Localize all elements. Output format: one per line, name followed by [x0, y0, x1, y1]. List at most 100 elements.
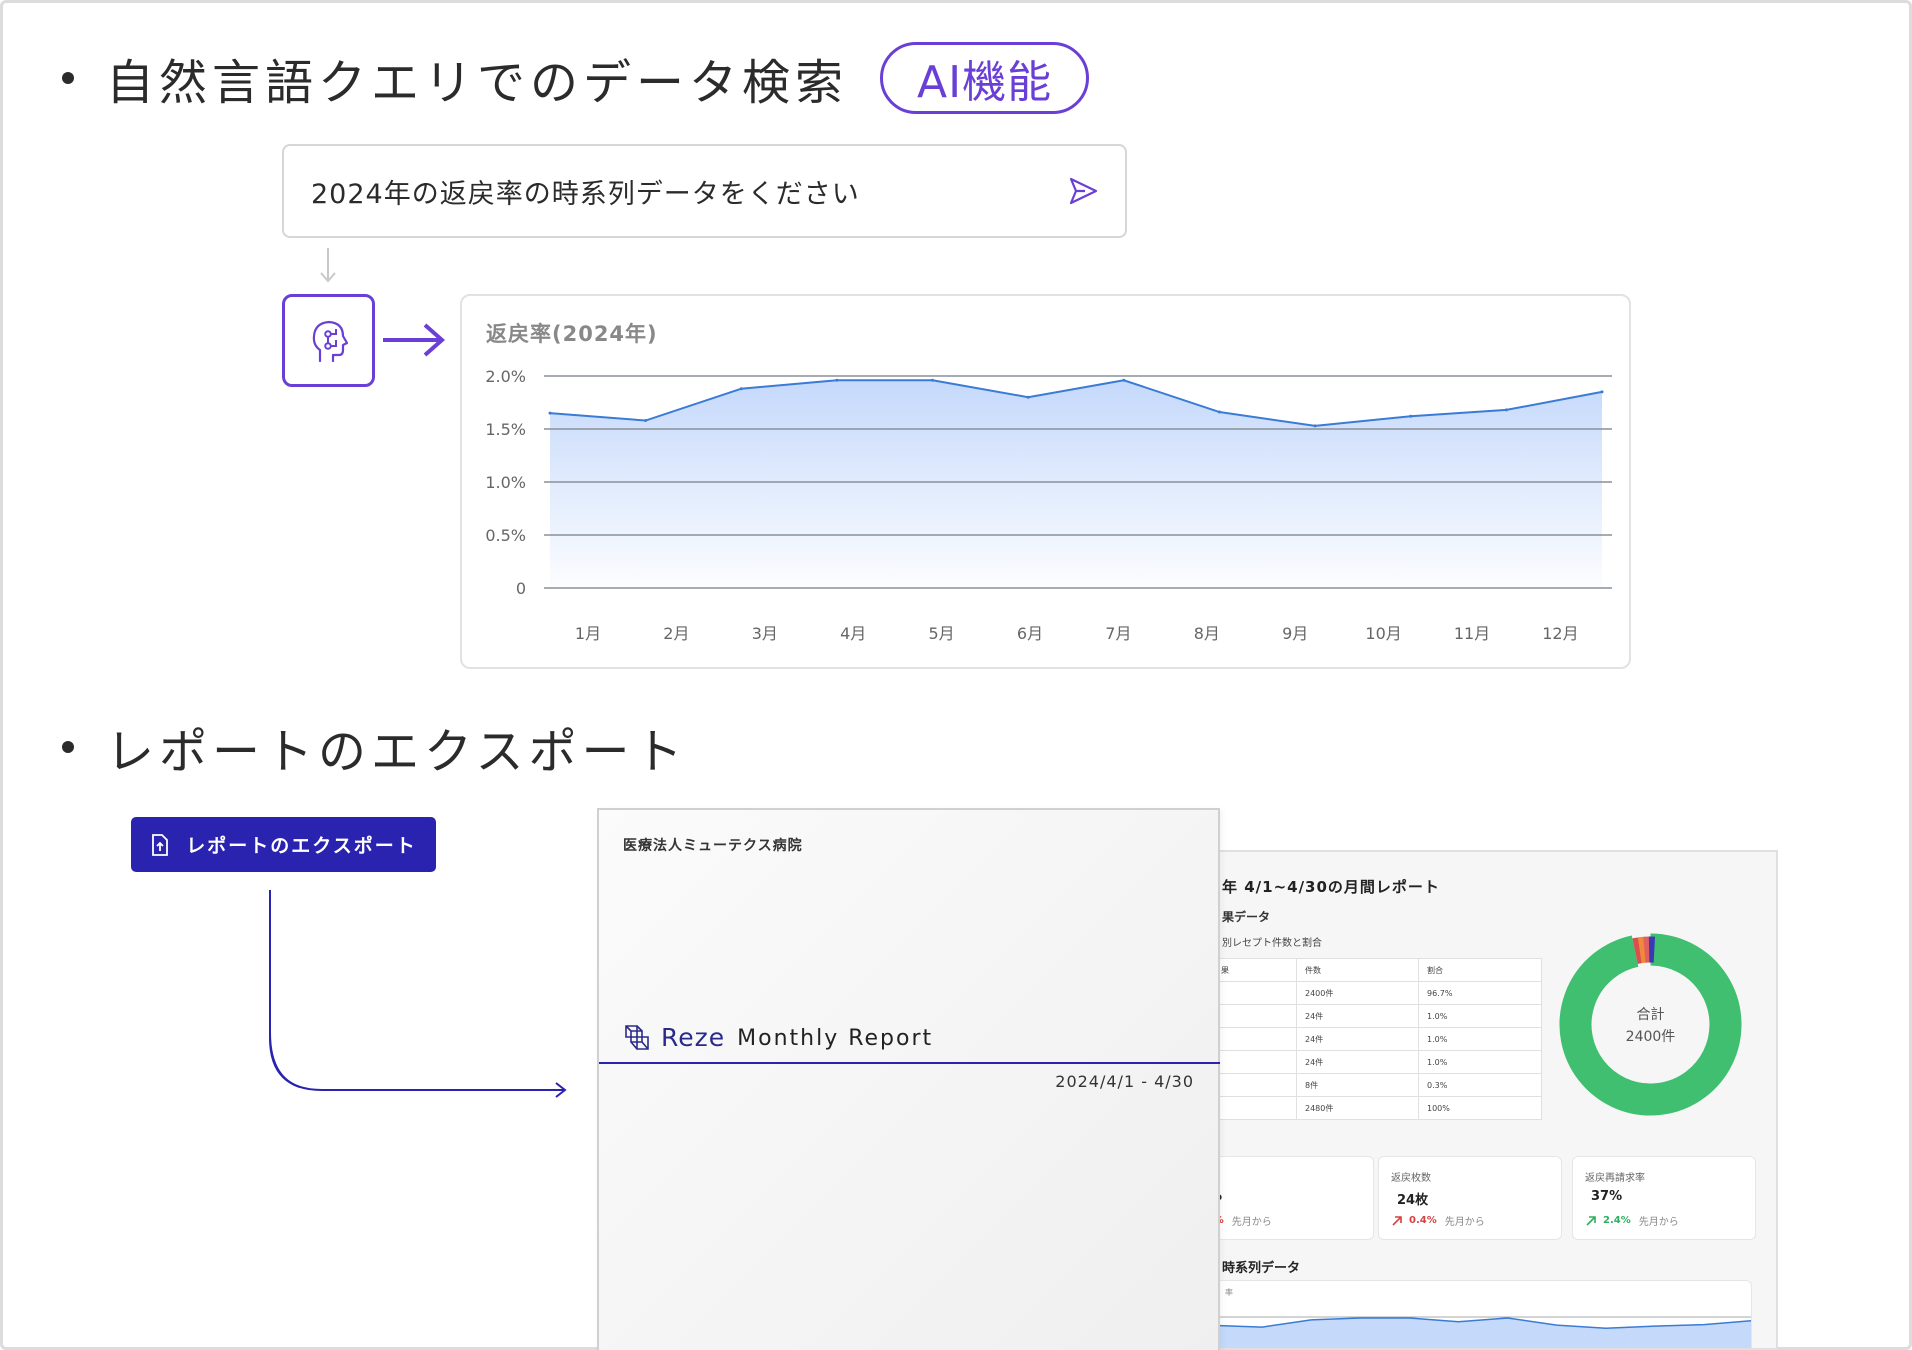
report-period: 2024/4/1 - 4/30	[1055, 1072, 1194, 1091]
stat-delta-from: 先月から	[1638, 1217, 1679, 1228]
stat-card: 返戻枚数 24枚 0.4% 先月から	[1378, 1156, 1562, 1240]
data-point	[1600, 390, 1604, 394]
data-point	[739, 387, 743, 391]
x-tick-label: 2月	[663, 624, 689, 643]
table-row: 2480件 100%	[1212, 1096, 1542, 1120]
section-heading-ai-search: 自然言語クエリでのデータ検索 AI機能	[62, 42, 1090, 114]
table-row: 24件 1.0%	[1212, 1004, 1542, 1028]
table-cell: 8件	[1296, 1073, 1419, 1097]
trend-up-icon	[1392, 1215, 1402, 1226]
donut-value: 2400件	[1625, 1029, 1676, 1045]
section-title: レポートのエクスポート	[106, 724, 688, 780]
connector-arrowhead	[269, 890, 567, 1098]
query-text: 2024年の返戻率の時系列データをください	[311, 178, 860, 210]
send-icon[interactable]	[1067, 175, 1099, 207]
table-cell: 1.0%	[1418, 1004, 1542, 1028]
x-tick-label: 11月	[1454, 624, 1490, 643]
stat-label: 返戻枚数	[1391, 1173, 1431, 1184]
table-row: 24件 1.0%	[1212, 1027, 1542, 1051]
report-detail-section: 果データ	[1222, 910, 1271, 924]
reze-logo-icon	[625, 1025, 649, 1050]
stat-delta: 0.4% 先月から	[1391, 1213, 1485, 1228]
data-point	[1026, 395, 1030, 399]
natural-language-query-input[interactable]: 2024年の返戻率の時系列データをください	[282, 144, 1127, 238]
export-button-label: レポートのエクスポート	[186, 835, 417, 857]
table-cell: 0.3%	[1418, 1073, 1542, 1097]
bullet	[62, 741, 74, 753]
x-tick-label: 6月	[1017, 624, 1043, 643]
timeseries-title: 時系列データ	[1222, 1261, 1301, 1276]
table-cell	[1212, 1050, 1297, 1074]
ai-feature-badge: AI機能	[880, 42, 1090, 114]
table-cell	[1212, 1004, 1297, 1028]
trend-up-icon	[1586, 1215, 1596, 1226]
donut-center-label: 合計 2400件	[1558, 1004, 1743, 1048]
table-cell	[1212, 1096, 1297, 1120]
x-tick-label: 5月	[929, 624, 955, 643]
table-cell: 2480件	[1296, 1096, 1419, 1120]
export-report-button[interactable]: レポートのエクスポート	[131, 817, 436, 872]
stat-delta-from: 先月から	[1231, 1217, 1272, 1228]
donut-label: 合計	[1636, 1007, 1665, 1023]
table-header-cell: 果	[1212, 958, 1297, 982]
table-cell	[1212, 1073, 1297, 1097]
data-point	[1504, 408, 1508, 412]
data-point	[1217, 410, 1221, 414]
stat-label: 返戻再請求率	[1585, 1173, 1645, 1184]
report-cover-page: 医療法人ミューテクス病院 Reze Monthly Report 2024/4/…	[597, 808, 1220, 1350]
report-title: Monthly Report	[737, 1026, 934, 1051]
cover-divider	[599, 1062, 1220, 1064]
bullet	[62, 72, 74, 84]
y-tick-label: 0.5%	[485, 526, 526, 545]
table-row: 24件 1.0%	[1212, 1050, 1542, 1074]
data-point	[931, 378, 935, 382]
table-cell: 100%	[1418, 1096, 1542, 1120]
data-point	[548, 411, 552, 415]
table-cell: 1.0%	[1418, 1027, 1542, 1051]
stat-delta-value: 2.4%	[1603, 1215, 1631, 1226]
x-tick-label: 12月	[1542, 624, 1578, 643]
table-cell: 2400件	[1296, 981, 1419, 1005]
table-cell: 24件	[1296, 1027, 1419, 1051]
y-tick-label: 1.5%	[485, 420, 526, 439]
table-cell	[1212, 981, 1297, 1005]
x-tick-label: 8月	[1194, 624, 1220, 643]
report-cover-header: Reze Monthly Report	[623, 1022, 933, 1052]
x-tick-label: 3月	[752, 624, 778, 643]
stat-delta-value: 0.4%	[1409, 1215, 1437, 1226]
area-fill	[550, 380, 1602, 588]
down-arrow-icon	[320, 248, 336, 283]
table-row: 2400件 96.7%	[1212, 981, 1542, 1005]
data-point	[1313, 424, 1317, 428]
return-rate-area-chart: 0 0.5% 1.0% 1.5% 2.0% 1月 2月 3月 4月 5月 6月 7月 8月 9月 10月 11…	[485, 367, 1612, 643]
table-cell: 24件	[1296, 1004, 1419, 1028]
x-tick-label: 9月	[1282, 624, 1308, 643]
x-tick-label: 7月	[1105, 624, 1131, 643]
x-tick-label: 1月	[575, 624, 601, 643]
data-point	[644, 419, 648, 423]
donut-slice	[1632, 937, 1643, 964]
section-heading-export: レポートのエクスポート	[62, 712, 688, 782]
right-arrow-icon	[383, 323, 446, 357]
report-detail-page: 年 4/1~4/30の月間レポート 果データ 別レセプト件数と割合 果 件数 割…	[1196, 850, 1778, 1350]
stat-value: 37%	[1591, 1189, 1623, 1204]
table-cell: 1.0%	[1418, 1050, 1542, 1074]
donut-slice	[1637, 936, 1646, 964]
data-point	[1122, 378, 1126, 382]
report-detail-title: 年 4/1~4/30の月間レポート	[1222, 878, 1440, 896]
section-title: 自然言語クエリでのデータ検索	[106, 55, 849, 111]
hospital-name: 医療法人ミューテクス病院	[623, 838, 803, 854]
brand-name: Reze	[661, 1023, 726, 1052]
stat-delta-from: 先月から	[1444, 1217, 1485, 1228]
stat-card: 返戻再請求率 37% 2.4% 先月から	[1572, 1156, 1756, 1240]
file-export-icon	[150, 833, 170, 856]
y-tick-label: 2.0%	[485, 367, 526, 386]
table-cell: 96.7%	[1418, 981, 1542, 1005]
stat-value: 24枚	[1397, 1193, 1429, 1208]
table-row: 8件 0.3%	[1212, 1073, 1542, 1097]
stat-delta: 2.4% 先月から	[1585, 1213, 1679, 1228]
x-tick-label: 4月	[840, 624, 866, 643]
x-tick-label: 10月	[1365, 624, 1401, 643]
table-header-cell: 割合	[1418, 958, 1542, 982]
ai-brain-icon	[282, 294, 375, 387]
